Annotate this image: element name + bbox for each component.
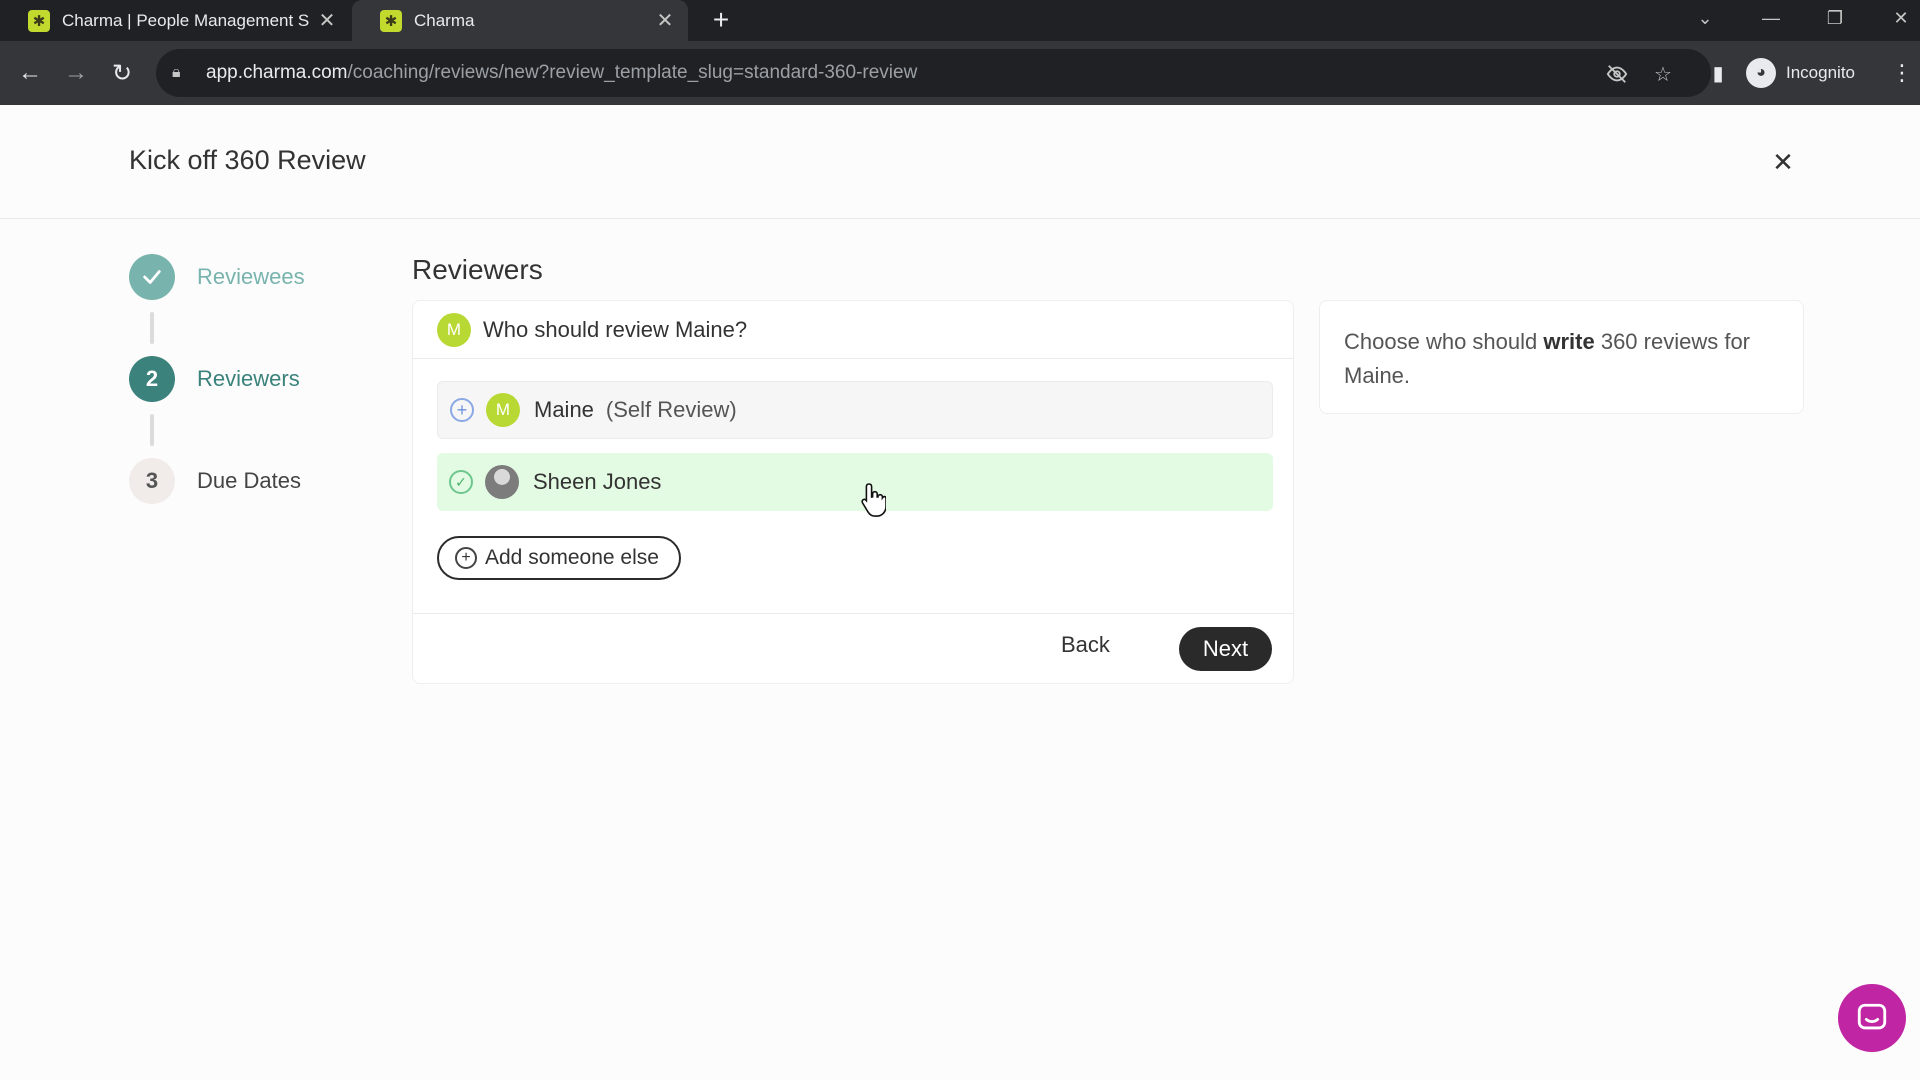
app-header: Kick off 360 Review ✕	[0, 105, 1920, 219]
browser-tab-1[interactable]: ✱ Charma | People Management S ✕	[0, 0, 350, 41]
incognito-icon: ◕	[1746, 58, 1776, 88]
reload-icon[interactable]: ↻	[104, 55, 140, 91]
step-reviewees[interactable]: Reviewees	[129, 254, 305, 300]
check-circle-icon[interactable]: ✓	[449, 470, 473, 494]
lock-icon: 🔒︎	[172, 64, 181, 81]
question-header: M Who should review Maine?	[413, 301, 1293, 359]
step-connector	[150, 312, 154, 344]
charma-logo-icon: ✱	[380, 9, 402, 32]
reviewers-card: M Who should review Maine? + M Maine (Se…	[412, 300, 1294, 684]
step-number: 3	[129, 458, 175, 504]
checkmark-icon	[129, 254, 175, 300]
add-circle-icon[interactable]: +	[450, 398, 474, 422]
chat-icon	[1857, 1003, 1887, 1030]
more-menu-icon[interactable]: ⋮	[1891, 55, 1913, 91]
step-label: Due Dates	[197, 468, 301, 493]
plus-circle-icon: +	[455, 547, 477, 569]
close-icon[interactable]: ✕	[650, 8, 680, 33]
new-tab-plus-icon[interactable]: +	[706, 4, 736, 36]
star-icon[interactable]: ☆	[1650, 61, 1676, 87]
minimize-icon[interactable]: —	[1746, 0, 1796, 36]
browser-tab-bar: ✱ Charma | People Management S ✕ ✱ Charm…	[0, 0, 1920, 41]
close-icon[interactable]: ✕	[312, 8, 342, 33]
add-someone-label: Add someone else	[485, 546, 659, 569]
incognito-label: Incognito	[1786, 63, 1855, 82]
step-label: Reviewees	[197, 264, 305, 289]
step-label: Reviewers	[197, 366, 300, 391]
browser-tab-2[interactable]: ✱ Charma ✕	[352, 0, 688, 41]
reviewer-row-sheen-jones[interactable]: ✓ Sheen Jones	[437, 453, 1273, 511]
help-text-bold: write	[1543, 329, 1595, 354]
avatar: M	[437, 312, 471, 347]
tab-title: Charma	[414, 10, 475, 30]
close-icon[interactable]: ✕	[1766, 145, 1800, 179]
help-card: Choose who should write 360 reviews for …	[1319, 300, 1804, 414]
step-number: 2	[129, 356, 175, 402]
add-someone-button[interactable]: + Add someone else	[437, 536, 681, 580]
reviewer-row-maine[interactable]: + M Maine (Self Review)	[437, 381, 1273, 439]
chat-widget-button[interactable]	[1838, 984, 1906, 1052]
question-text: Who should review Maine?	[483, 316, 748, 342]
url-host: app.charma.com	[206, 62, 348, 83]
reviewer-note: (Self Review)	[605, 397, 737, 422]
eye-off-icon[interactable]	[1604, 61, 1630, 87]
forward-arrow-icon[interactable]: →	[58, 55, 94, 91]
step-connector	[150, 414, 154, 446]
browser-toolbar: ← → ↻ 🔒︎ app.charma.com/coaching/reviews…	[0, 41, 1920, 105]
reviewer-name: Sheen Jones	[533, 469, 662, 494]
tab-search-chevron-icon[interactable]: ⌄	[1680, 0, 1730, 36]
next-button[interactable]: Next	[1179, 627, 1272, 671]
page-title: Kick off 360 Review	[129, 145, 366, 175]
url-path: /coaching/reviews/new?review_template_sl…	[347, 62, 918, 83]
reviewer-name: Maine	[534, 397, 594, 422]
help-text-before: Choose who should	[1344, 329, 1544, 354]
charma-logo-icon: ✱	[28, 9, 50, 32]
back-arrow-icon[interactable]: ←	[12, 55, 48, 91]
hand-pointer-cursor-icon	[861, 483, 886, 517]
side-panel-icon[interactable]: ▮	[1700, 55, 1736, 91]
section-title: Reviewers	[412, 254, 543, 285]
restore-icon[interactable]: ❐	[1810, 0, 1860, 36]
card-footer: Back Next	[413, 613, 1293, 683]
window-close-icon[interactable]: ✕	[1876, 0, 1920, 36]
avatar	[485, 465, 519, 499]
back-button[interactable]: Back	[1061, 632, 1110, 658]
step-reviewers[interactable]: 2 Reviewers	[129, 356, 300, 402]
step-due-dates[interactable]: 3 Due Dates	[129, 458, 301, 504]
avatar: M	[486, 393, 520, 427]
tab-title: Charma | People Management S	[62, 10, 310, 30]
address-bar[interactable]: 🔒︎ app.charma.com/coaching/reviews/new?r…	[156, 49, 1711, 97]
incognito-indicator[interactable]: ◕ Incognito	[1746, 55, 1855, 91]
